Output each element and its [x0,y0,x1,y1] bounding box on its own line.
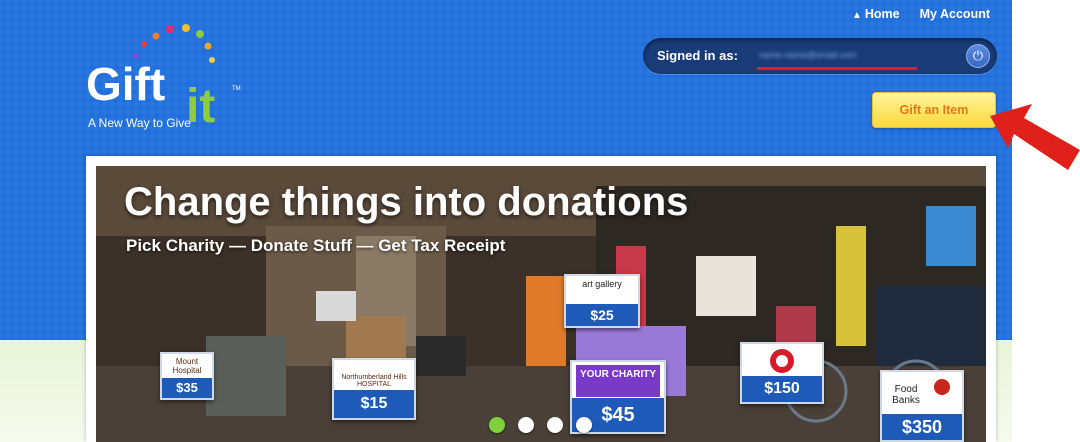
hero-subtitle: Pick Charity — Donate Stuff — Get Tax Re… [126,236,506,255]
charity-sign-price: $15 [334,390,414,418]
charity-sign: $150 [740,342,824,404]
hero-title: Change things into donations [124,180,689,224]
red-arrow-annotation [990,104,1080,170]
power-icon: ⏻ [972,48,984,63]
signed-in-label: Signed in as: [657,48,738,63]
svg-text:Gift: Gift [86,58,165,110]
charity-sign: Food Banks $350 [880,370,964,442]
charity-logo-icon [770,349,794,373]
charity-sign: art gallery $25 [564,274,640,328]
charity-sign-name: YOUR CHARITY [576,365,660,397]
signed-in-email: name.name@email.com [759,50,857,60]
hero-slider[interactable]: Change things into donations Pick Charit… [96,166,986,442]
home-label: Home [864,7,900,21]
page: ▲ Home My Account Gift it TM A New Way to… [0,0,1080,442]
signed-in-bar: Signed in as: name.name@email.com ⏻ [643,38,997,74]
slide-dot-2[interactable] [518,417,534,433]
slide-dot-3[interactable] [547,417,563,433]
apple-icon [934,379,950,395]
my-account-link[interactable]: My Account [920,7,990,21]
slide-dot-4[interactable] [576,417,592,433]
top-nav: ▲ Home My Account [852,7,990,21]
gift-an-item-button[interactable]: Gift an Item [872,92,996,128]
slider-pagination [489,417,592,433]
charity-sign: Northumberland Hills HOSPITAL $15 [332,358,416,420]
charity-sign-price: $150 [742,376,822,402]
hero-frame: Change things into donations Pick Charit… [86,156,996,442]
charity-sign-price: $350 [882,414,962,440]
charity-sign-price: $25 [566,304,638,326]
charity-sign-name: Mount Hospital [172,357,202,375]
svg-text:TM: TM [232,86,241,92]
charity-sign-name: Food Banks [892,384,920,406]
slide-dot-1[interactable] [489,417,505,433]
sign-out-button[interactable]: ⏻ [966,44,990,68]
charity-sign-name: Northumberland Hills HOSPITAL [341,374,407,388]
home-icon: ▲ [851,10,862,21]
logo-tagline: A New Way to Give [88,116,191,130]
charity-sign-name: art gallery [582,279,622,289]
charity-sign-price: $35 [162,378,212,398]
home-link[interactable]: ▲ Home [852,7,900,21]
email-underline [757,67,917,70]
charity-sign: Mount Hospital $35 [160,352,214,400]
